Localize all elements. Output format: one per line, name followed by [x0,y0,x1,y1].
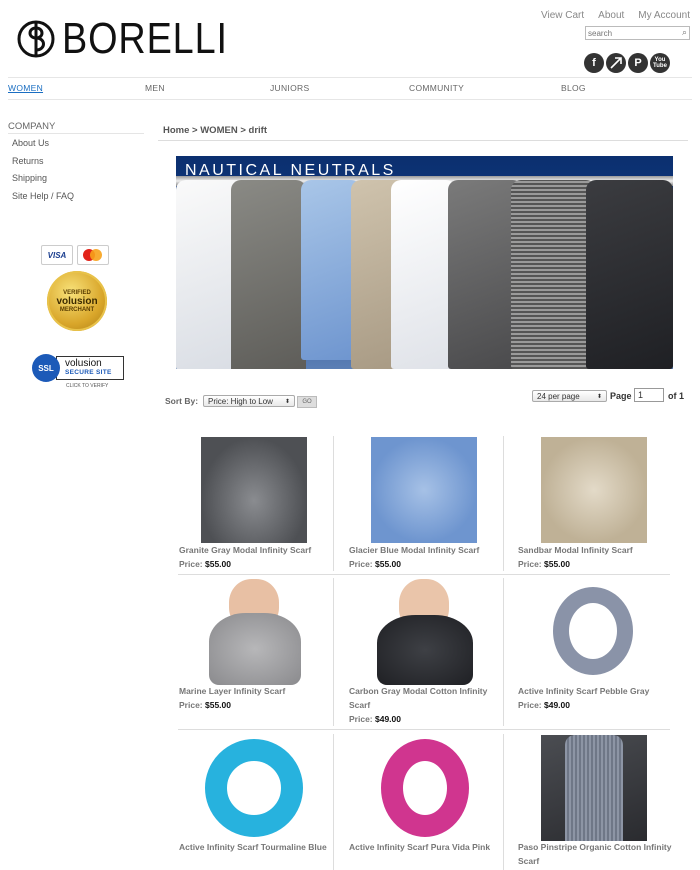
ssl-box: volusion SECURE SITE [56,356,124,380]
select-arrows-icon: ⬍ [596,393,602,400]
grid-divider [178,574,670,575]
nav-juniors[interactable]: JUNIORS [270,83,309,93]
search-icon[interactable]: ⌕ [682,27,687,38]
payment-cards: VISA [41,245,109,265]
nav-top-divider [8,77,692,78]
sidebar-shipping[interactable]: Shipping [12,173,47,183]
sidebar-site-help[interactable]: Site Help / FAQ [12,191,74,201]
product-name[interactable]: Glacier Blue Modal Infinity Scarf [349,543,507,557]
banner-scarf [391,180,456,369]
pinterest-icon[interactable]: P [628,53,648,73]
top-links: View Cart About My Account [541,10,690,21]
sidebar-divider [8,133,144,134]
product-name[interactable]: Paso Pinstripe Organic Cotton Infinity S… [518,840,676,868]
my-account-link[interactable]: My Account [638,10,690,21]
product-price: Price: $55.00 [179,559,231,569]
sort-go-button[interactable]: GO [297,396,317,408]
select-arrows-icon: ⬍ [284,398,290,405]
ssl-icon: SSL [32,354,60,382]
product-image[interactable] [541,437,647,543]
brand-logo[interactable]: BORELLI [16,16,255,62]
banner-scarf [511,180,596,369]
product-name[interactable]: Active Infinity Scarf Tourmaline Blue [179,840,337,854]
nav-blog[interactable]: BLOG [561,83,586,93]
grid-divider [333,578,334,726]
seal-brand-text: volusion [56,295,98,307]
product-image[interactable] [371,735,477,841]
ssl-secure-badge[interactable]: volusion SECURE SITE SSL [32,354,124,382]
category-banner: NAUTICAL NEUTRALS [176,156,673,369]
product-name[interactable]: Sandbar Modal Infinity Scarf [518,543,676,557]
ssl-brand-text: volusion [65,358,102,369]
search-input[interactable] [586,27,673,39]
sort-label: Sort By: [165,396,199,406]
ssl-sub-text: SECURE SITE [65,369,112,376]
brand-name: BORELLI [62,14,228,63]
sort-select-value: Price: High to Low [208,396,273,406]
product-price: Price: $55.00 [349,559,401,569]
product-image[interactable] [371,579,477,685]
sidebar-title: COMPANY [8,121,56,132]
product-price: Price: $49.00 [518,700,570,710]
visa-card-icon: VISA [41,245,73,265]
ssl-caption: CLICK TO VERIFY [66,383,109,389]
sidebar-about-us[interactable]: About Us [12,138,49,148]
nav-community[interactable]: COMMUNITY [409,83,464,93]
about-link[interactable]: About [598,10,624,21]
facebook-icon[interactable]: f [584,53,604,73]
product-price: Price: $55.00 [179,700,231,710]
sort-select[interactable]: Price: High to Low ⬍ [203,395,295,407]
verified-merchant-seal[interactable]: VERIFIED volusion MERCHANT [47,271,107,331]
share-icon[interactable] [606,53,626,73]
product-price: Price: $55.00 [518,559,570,569]
page-label: Page [610,391,632,401]
per-page-value: 24 per page [537,391,580,401]
product-image[interactable] [201,437,307,543]
youtube-icon[interactable]: You Tube [650,53,670,73]
banner-scarf [231,180,306,369]
banner-scarf [586,180,673,369]
sidebar-returns[interactable]: Returns [12,156,44,166]
mastercard-icon [77,245,109,265]
product-image[interactable] [201,735,307,841]
product-name[interactable]: Granite Gray Modal Infinity Scarf [179,543,337,557]
seal-bottom-text: MERCHANT [59,306,95,313]
page-total: of 1 [668,391,685,401]
per-page-select[interactable]: 24 per page ⬍ [532,390,607,402]
product-price: Price: $49.00 [349,714,401,724]
breadcrumb[interactable]: Home > WOMEN > drift [163,125,267,136]
logo-mark-icon [16,19,56,59]
grid-divider [178,729,670,730]
page-number-input[interactable] [634,388,664,402]
nav-men[interactable]: MEN [145,83,165,93]
view-cart-link[interactable]: View Cart [541,10,584,21]
nav-women[interactable]: WOMEN [8,83,43,93]
share-arrow-icon [610,57,622,69]
product-image[interactable] [201,579,307,685]
nav-bottom-divider [8,99,692,100]
product-name[interactable]: Carbon Gray Modal Cotton Infinity Scarf [349,684,507,712]
search-box: ⌕ [585,26,690,40]
product-image[interactable] [541,735,647,841]
product-name[interactable]: Marine Layer Infinity Scarf [179,684,337,698]
banner-title: NAUTICAL NEUTRALS [185,162,396,179]
product-name[interactable]: Active Infinity Scarf Pura Vida Pink [349,840,507,854]
product-image[interactable] [541,579,647,685]
social-icons: f P You Tube [584,53,670,73]
product-name[interactable]: Active Infinity Scarf Pebble Gray [518,684,676,698]
breadcrumb-divider [158,140,688,141]
product-image[interactable] [371,437,477,543]
